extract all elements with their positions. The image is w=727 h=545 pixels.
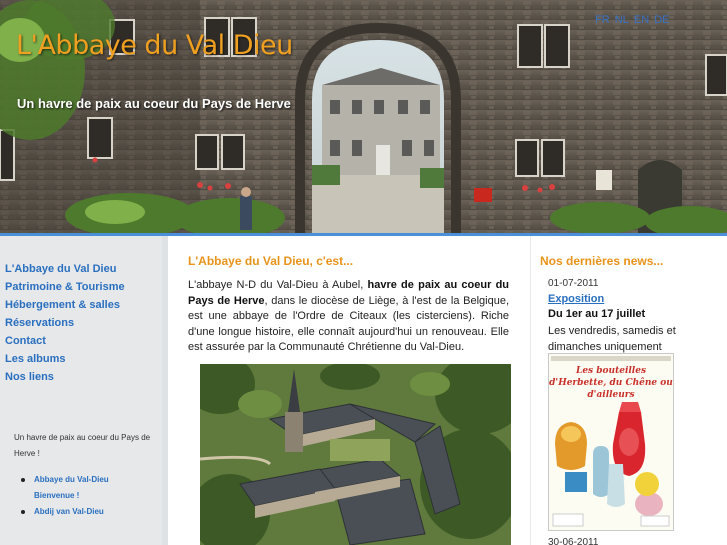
- header-banner: L'Abbaye du Val Dieu Un havre de paix au…: [0, 0, 727, 236]
- sidebar-link-abbaye[interactable]: Abbaye du Val-Dieu: [34, 475, 109, 484]
- news-date: 30-06-2011: [548, 537, 599, 545]
- language-switcher: FR NL EN DE: [595, 14, 671, 26]
- sidebar-link-item: Abdij van Val-Dieu: [21, 504, 154, 520]
- lang-nl-link[interactable]: NL: [615, 14, 629, 26]
- news-body: Les vendredis, samedis et dimanches uniq…: [548, 325, 676, 353]
- main-heading: L'Abbaye du Val Dieu, c'est...: [188, 254, 354, 268]
- nav-item-patrimoine: Patrimoine & Tourisme: [5, 281, 125, 299]
- nav-item-abbaye: L'Abbaye du Val Dieu: [5, 263, 125, 281]
- bullet-icon: [21, 478, 25, 482]
- nav-item-albums: Les albums: [5, 353, 125, 371]
- poster-artwork: [551, 356, 671, 527]
- sidebar-links: Abbaye du Val-Dieu Bienvenue ! Abdij van…: [21, 472, 154, 520]
- nav-link-contact[interactable]: Contact: [5, 335, 46, 347]
- nav-item-reservations: Réservations: [5, 317, 125, 335]
- site-tagline: Un havre de paix au coeur du Pays de Her…: [17, 96, 291, 111]
- sidebar-link-bienvenue[interactable]: Bienvenue !: [34, 491, 79, 500]
- nav-item-liens: Nos liens: [5, 371, 125, 389]
- sidebar: L'Abbaye du Val Dieu Patrimoine & Touris…: [0, 236, 168, 545]
- news-date: 01-07-2011: [548, 278, 599, 289]
- nav-link-albums[interactable]: Les albums: [5, 353, 66, 365]
- lang-de-link[interactable]: DE: [654, 14, 669, 26]
- bullet-icon: [21, 510, 25, 514]
- nav-link-reservations[interactable]: Réservations: [5, 317, 74, 329]
- sidebar-info-box: Un havre de paix au coeur du Pays de Her…: [14, 430, 154, 520]
- lang-fr-link[interactable]: FR: [595, 14, 610, 26]
- sidebar-intro-text: Un havre de paix au coeur du Pays de Her…: [14, 433, 151, 458]
- nav-link-hebergement[interactable]: Hébergement & salles: [5, 299, 120, 311]
- lang-en-link[interactable]: EN: [634, 14, 649, 26]
- nav-link-patrimoine[interactable]: Patrimoine & Tourisme: [5, 281, 125, 293]
- nav-item-contact: Contact: [5, 335, 125, 353]
- sidebar-link-item: Abbaye du Val-Dieu: [21, 472, 154, 488]
- sidebar-link-abdij[interactable]: Abdij van Val-Dieu: [34, 507, 104, 516]
- news-subtitle: Du 1er au 17 juillet: [548, 308, 646, 320]
- news-heading: Nos dernières news...: [540, 254, 664, 268]
- exhibition-poster[interactable]: Les bouteilles d'Herbette, du Chêne ou d…: [548, 353, 674, 531]
- nav-link-abbaye[interactable]: L'Abbaye du Val Dieu: [5, 263, 116, 275]
- nav-link-liens[interactable]: Nos liens: [5, 371, 54, 383]
- main-content: L'Abbaye du Val Dieu, c'est... L'abbaye …: [174, 236, 526, 545]
- aerial-abbey-photo: [200, 364, 511, 545]
- site-title: L'Abbaye du Val Dieu: [16, 30, 293, 61]
- intro-text-part1: L'abbaye N-D du Val-Dieu à Aubel,: [188, 279, 368, 291]
- news-title-link[interactable]: Exposition: [548, 293, 604, 305]
- news-column: Nos dernières news... 01-07-2011 Exposit…: [530, 236, 727, 545]
- main-navigation: L'Abbaye du Val Dieu Patrimoine & Touris…: [5, 263, 125, 389]
- intro-paragraph: L'abbaye N-D du Val-Dieu à Aubel, havre …: [188, 278, 509, 356]
- nav-item-hebergement: Hébergement & salles: [5, 299, 125, 317]
- sidebar-link-item: Bienvenue !: [34, 488, 154, 504]
